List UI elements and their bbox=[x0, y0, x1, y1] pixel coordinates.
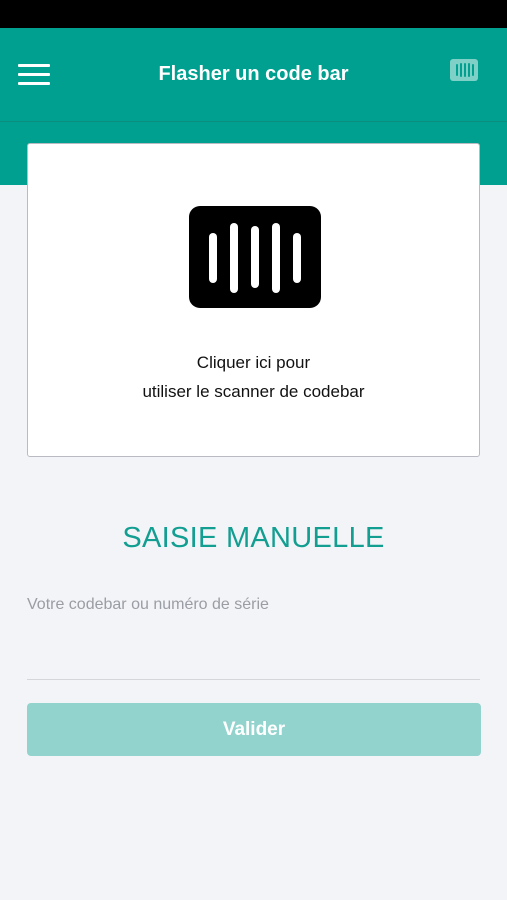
scanner-instruction-line-2: utiliser le scanner de codebar bbox=[142, 382, 365, 401]
barcode-input[interactable] bbox=[27, 588, 480, 680]
page-title: Flasher un code bar bbox=[158, 63, 349, 85]
barcode-scanner-icon bbox=[189, 206, 321, 308]
scanner-card[interactable]: Cliquer ici pour utiliser le scanner de … bbox=[27, 143, 480, 457]
barcode-icon[interactable] bbox=[450, 59, 478, 81]
scanner-instructions: Cliquer ici pour utiliser le scanner de … bbox=[28, 348, 479, 406]
validate-button[interactable]: Valider bbox=[27, 703, 481, 756]
scanner-instruction-line-1: Cliquer ici pour bbox=[196, 353, 311, 372]
manual-entry-title: SAISIE MANUELLE bbox=[122, 522, 385, 554]
status-bar bbox=[0, 0, 507, 28]
hamburger-menu-icon[interactable] bbox=[18, 64, 50, 86]
